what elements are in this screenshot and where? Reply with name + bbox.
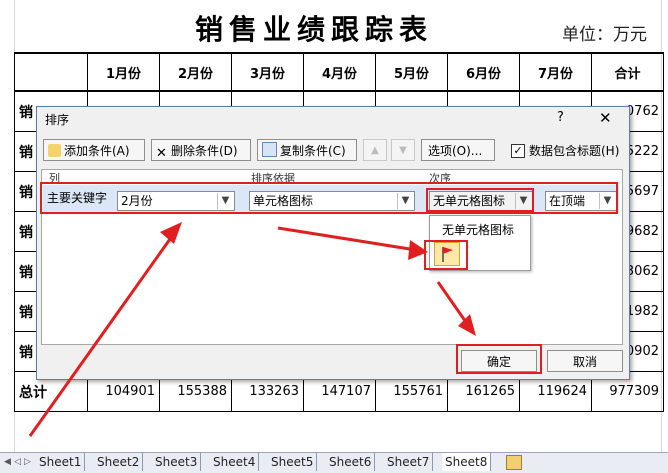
annotation-arrowhead	[160, 222, 182, 244]
annotation-arrow	[277, 226, 417, 252]
annotation-arrowhead	[408, 240, 428, 260]
annotation-arrow	[28, 231, 177, 437]
annotation-arrow	[436, 281, 470, 326]
annotation-arrowhead	[458, 314, 476, 336]
annotation-arrows	[28, 222, 476, 437]
